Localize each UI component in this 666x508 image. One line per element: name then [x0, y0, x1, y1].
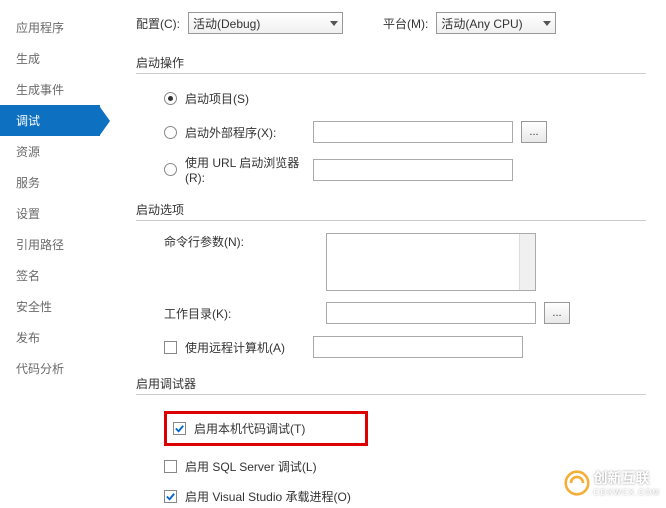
watermark-brand: 创新互联 [594, 468, 660, 488]
main-panel: 配置(C): 活动(Debug) 平台(M): 活动(Any CPU) 启动操作… [100, 0, 666, 503]
sidebar-item-security[interactable]: 安全性 [0, 291, 100, 322]
sidebar-item-resources[interactable]: 资源 [0, 136, 100, 167]
platform-combo[interactable]: 活动(Any CPU) [436, 12, 556, 34]
watermark: 创新互联 CDXWCX.COM [564, 468, 660, 497]
scrollbar[interactable] [519, 234, 535, 290]
args-label: 命令行参数(N): [136, 233, 326, 250]
watermark-sub: CDXWCX.COM [594, 488, 660, 497]
sidebar-item-reference-paths[interactable]: 引用路径 [0, 229, 100, 260]
sidebar: 应用程序 生成 生成事件 调试 资源 服务 设置 引用路径 签名 安全性 发布 … [0, 0, 100, 503]
native-debug-label: 启用本机代码调试(T) [194, 420, 305, 437]
browse-button-external[interactable]: ... [521, 121, 547, 143]
platform-label: 平台(M): [383, 15, 428, 32]
sidebar-item-code-analysis[interactable]: 代码分析 [0, 353, 100, 384]
checkbox-native-debug[interactable] [173, 422, 186, 435]
checkbox-remote[interactable] [164, 341, 177, 354]
url-input[interactable] [313, 159, 513, 181]
sidebar-item-build[interactable]: 生成 [0, 43, 100, 74]
args-textarea[interactable] [326, 233, 536, 291]
remote-label: 使用远程计算机(A) [185, 339, 313, 356]
sidebar-item-publish[interactable]: 发布 [0, 322, 100, 353]
sidebar-item-application[interactable]: 应用程序 [0, 12, 100, 43]
start-external-label: 启动外部程序(X): [185, 124, 313, 141]
sql-debug-label: 启用 SQL Server 调试(L) [185, 458, 317, 475]
group-title-start-options: 启动选项 [136, 201, 646, 221]
sidebar-item-settings[interactable]: 设置 [0, 198, 100, 229]
chevron-down-icon [330, 21, 338, 26]
highlight-native-debug: 启用本机代码调试(T) [164, 411, 368, 446]
start-project-label: 启动项目(S) [185, 90, 249, 107]
group-title-debuggers: 启用调试器 [136, 375, 646, 395]
config-label: 配置(C): [136, 15, 180, 32]
start-url-label: 使用 URL 启动浏览器(R): [185, 154, 313, 185]
radio-start-project[interactable] [164, 92, 177, 105]
chevron-down-icon [543, 21, 551, 26]
remote-input[interactable] [313, 336, 523, 358]
config-combo-value: 活动(Debug) [193, 15, 260, 32]
platform-combo-value: 活动(Any CPU) [441, 15, 522, 32]
vshost-label: 启用 Visual Studio 承载进程(O) [185, 488, 351, 505]
workdir-input[interactable] [326, 302, 536, 324]
start-options-group: 启动选项 命令行参数(N): 工作目录(K): ... 使用远程计算机(A) [136, 201, 646, 359]
radio-start-external[interactable] [164, 126, 177, 139]
sidebar-item-debug[interactable]: 调试 [0, 105, 100, 136]
checkbox-vshost[interactable] [164, 490, 177, 503]
radio-start-url[interactable] [164, 163, 177, 176]
group-title-start-action: 启动操作 [136, 54, 646, 74]
config-combo[interactable]: 活动(Debug) [188, 12, 343, 34]
watermark-logo-icon [564, 470, 590, 496]
start-action-group: 启动操作 启动项目(S) 启动外部程序(X): ... 使用 URL 启动浏览器… [136, 54, 646, 185]
external-program-input[interactable] [313, 121, 513, 143]
sidebar-item-signing[interactable]: 签名 [0, 260, 100, 291]
sidebar-item-services[interactable]: 服务 [0, 167, 100, 198]
browse-button-workdir[interactable]: ... [544, 302, 570, 324]
checkbox-sql-debug[interactable] [164, 460, 177, 473]
workdir-label: 工作目录(K): [136, 305, 326, 322]
sidebar-item-build-events[interactable]: 生成事件 [0, 74, 100, 105]
